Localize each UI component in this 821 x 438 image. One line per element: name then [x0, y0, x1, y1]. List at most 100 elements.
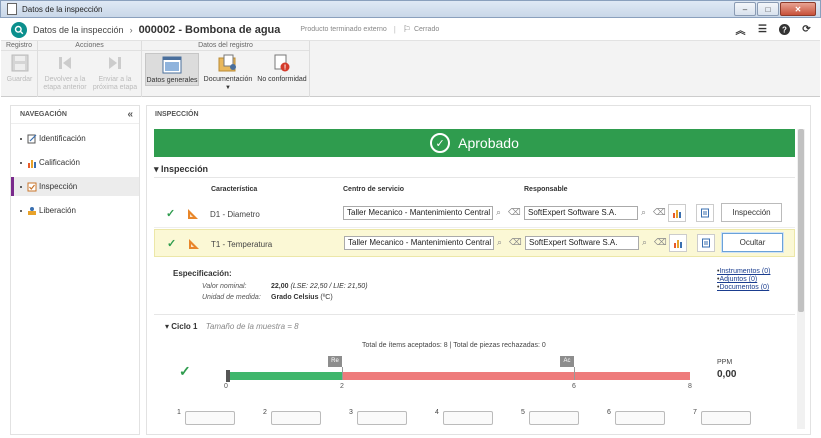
attachments-link[interactable]: Adjuntos (0) [717, 276, 770, 284]
nav-item-calificacion[interactable]: Calificación [11, 153, 139, 172]
hide-button[interactable]: Ocultar [722, 233, 783, 252]
documents-link[interactable]: Documentos (0) [717, 284, 770, 292]
collapse-left-icon[interactable]: « [127, 106, 133, 124]
documentation-button[interactable]: Documentación ▼ [203, 53, 253, 92]
responsible-field[interactable]: SoftExpert Software S.A. [525, 236, 639, 250]
sample-field[interactable] [528, 411, 579, 425]
instruments-link[interactable]: Instrumentos (0) [717, 268, 770, 276]
nominal-label: Valor nominal: [202, 283, 247, 290]
cycle-title: Ciclo 1 [171, 322, 198, 331]
nonconformity-label: No conformidad [257, 76, 307, 83]
flag-icon: ⚐ [402, 24, 411, 34]
bullet [20, 137, 22, 140]
sample-item: 3 [349, 409, 407, 425]
bar-chart-icon [27, 158, 37, 168]
sample-field[interactable] [356, 411, 407, 425]
sample-number: 4 [435, 409, 439, 416]
ribbon-group-title: Acciones [38, 41, 141, 51]
caret-down-icon: ▾ [165, 322, 170, 331]
save-button[interactable]: Guardar [5, 53, 34, 84]
search-icon[interactable]: ⌕ [496, 207, 501, 218]
window-controls: – □ ✕ [733, 2, 816, 16]
column-header-service-center: Centro de servicio [343, 186, 405, 193]
nominal-number: 22,00 [271, 283, 289, 290]
nav-item-label: Identificación [39, 134, 86, 143]
page-title: 000002 - Bombona de agua [138, 23, 281, 36]
gauge-tick: 8 [688, 383, 692, 390]
sample-field[interactable] [442, 411, 493, 425]
skip-back-icon [55, 53, 75, 73]
characteristic-name: D1 - Diametro [210, 210, 260, 219]
ribbon-group-datos: Datos del registro Datos generales Docum… [142, 41, 310, 97]
clear-icon[interactable]: ⌫ [653, 207, 666, 218]
app-header: Datos de la inspección › 000002 - Bombon… [1, 19, 820, 41]
form-icon [702, 238, 710, 248]
sample-inputs: 1 2 3 4 5 6 7 [167, 409, 797, 429]
sample-field[interactable] [270, 411, 321, 425]
list-icon[interactable]: ☰ [755, 22, 770, 37]
sample-number: 6 [607, 409, 611, 416]
release-icon [27, 206, 37, 216]
nav-item-identificacion[interactable]: Identificación [11, 129, 139, 148]
chart-button[interactable] [669, 234, 687, 252]
accept-marker: Ac [560, 356, 574, 367]
send-stage-button[interactable]: Enviar a la próxima etapa [92, 53, 138, 92]
header-actions: ︽ ☰ ? ⟳ [733, 22, 814, 37]
minimize-button[interactable]: – [734, 2, 756, 16]
folder-documents-icon [218, 53, 238, 73]
search-icon[interactable]: ⌕ [642, 237, 647, 248]
documentation-label: Documentación [203, 76, 253, 83]
clear-icon[interactable]: ⌫ [654, 237, 667, 248]
scrollbar-thumb[interactable] [798, 129, 804, 312]
section-header[interactable]: ▾ Inspección [154, 164, 208, 175]
gauge-accept-zone [230, 372, 342, 380]
send-stage-label: Enviar a la próxima etapa [92, 76, 138, 91]
navigation-title: NAVEGACIÓN [20, 111, 67, 118]
nav-item-liberacion[interactable]: Liberación [11, 201, 139, 220]
clear-icon[interactable]: ⌫ [509, 237, 522, 248]
breadcrumb-root[interactable]: Datos de la inspección [33, 25, 124, 35]
window-titlebar: Datos de la inspección – □ ✕ [0, 0, 821, 18]
help-icon[interactable]: ? [777, 22, 792, 37]
search-icon[interactable]: ⌕ [641, 207, 646, 218]
details-button[interactable] [697, 234, 715, 252]
approved-check-icon: ✓ [179, 363, 191, 379]
save-label: Guardar [6, 76, 33, 83]
nonconformity-button[interactable]: ! No conformidad [256, 53, 308, 84]
refresh-icon[interactable]: ⟳ [799, 22, 814, 37]
ribbon-group-acciones: Acciones Devolver a la etapa anterior En… [38, 41, 142, 97]
close-button[interactable]: ✕ [780, 2, 816, 16]
bullet [20, 161, 22, 164]
nav-item-label: Calificación [39, 158, 80, 167]
inspection-button[interactable]: Inspección [721, 203, 782, 222]
reject-marker-line [342, 367, 343, 380]
clear-icon[interactable]: ⌫ [508, 207, 521, 218]
service-center-field[interactable]: Taller Mecanico - Mantenimiento Central … [343, 206, 493, 220]
collapse-up-icon[interactable]: ︽ [733, 22, 748, 37]
return-stage-button[interactable]: Devolver a la etapa anterior [41, 53, 89, 92]
chart-button[interactable] [668, 204, 686, 222]
sample-field[interactable] [700, 411, 751, 425]
details-button[interactable] [696, 204, 714, 222]
general-data-button[interactable]: Datos generales [145, 53, 199, 86]
gauge-tick: 6 [572, 383, 576, 390]
vertical-scrollbar[interactable] [797, 129, 805, 429]
sample-field[interactable] [614, 411, 665, 425]
responsible-field[interactable]: SoftExpert Software S.A. [524, 206, 638, 220]
accept-marker-line [574, 367, 575, 380]
service-center-field[interactable]: Taller Mecanico - Mantenimiento Central … [344, 236, 494, 250]
search-icon[interactable]: ⌕ [497, 237, 502, 248]
nav-item-label: Liberación [39, 206, 76, 215]
related-links: Instrumentos (0) Adjuntos (0) Documentos… [717, 268, 770, 292]
meta-divider: | [393, 25, 396, 34]
navigation-header: NAVEGACIÓN « [11, 106, 139, 124]
sample-field[interactable] [184, 411, 235, 425]
triangle-ruler-icon [188, 209, 198, 219]
nav-item-inspeccion[interactable]: Inspección [11, 177, 139, 196]
section-title: Inspección [161, 164, 209, 174]
form-icon [701, 208, 709, 218]
cycle-header[interactable]: ▾ Ciclo 1 Tamaño de la muestra = 8 [165, 322, 299, 331]
svg-text:!: ! [284, 65, 286, 72]
maximize-button[interactable]: □ [757, 2, 779, 16]
document-icon [7, 3, 17, 15]
